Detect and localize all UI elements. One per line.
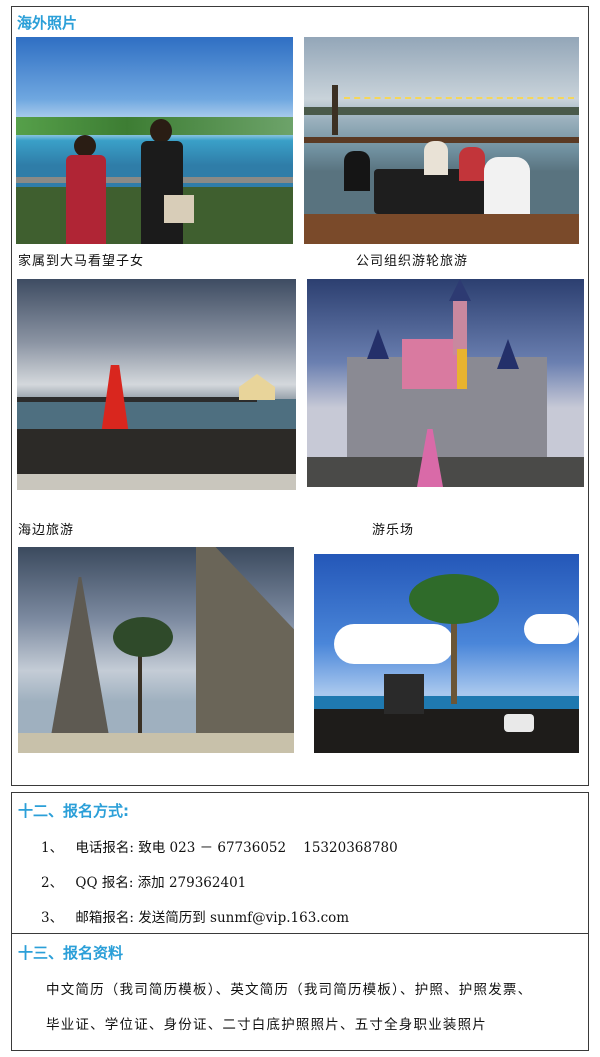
contact-item-email: 3、 邮箱报名: 发送简历到 sunmf@vip.163.com	[41, 906, 349, 926]
split-gate-right	[196, 547, 294, 753]
coffee-cup	[504, 714, 534, 732]
split-gate-left	[48, 577, 112, 753]
handbag	[164, 195, 194, 223]
gold-banner	[457, 349, 467, 389]
pier-pavilion	[239, 374, 275, 400]
section12-title: 十二、报名方式:	[18, 802, 129, 820]
person-head-1	[74, 135, 96, 157]
item-number: 1、	[41, 840, 64, 856]
rocks	[17, 429, 296, 474]
palm-fronds	[113, 617, 173, 657]
caption-park: 游乐场	[372, 523, 415, 538]
pier-deck	[17, 397, 257, 402]
photo-cruise-dinner	[304, 37, 579, 244]
diner-2	[424, 141, 448, 175]
item-number: 3、	[41, 910, 64, 926]
caption-cruise: 公司组织游轮旅游	[356, 254, 469, 269]
qq-text: QQ 报名: 添加 279362401	[75, 875, 247, 891]
photo-beach-palm	[314, 554, 579, 753]
contact-item-phone: 1、 电话报名: 致电 023 － 67736052 15320368780	[41, 836, 398, 856]
photo-malaysia-viewpoint	[16, 37, 293, 244]
distant-shore	[304, 107, 579, 115]
caption-seaside: 海边旅游	[18, 523, 75, 538]
lamp-post	[332, 85, 338, 135]
castle-spire	[453, 295, 467, 355]
section13-title: 十三、报名资料	[18, 944, 124, 962]
item-number: 2、	[41, 875, 64, 891]
photo-seaside-pier	[17, 279, 296, 490]
phone-text: 电话报名: 致电 023 － 67736052 15320368780	[75, 840, 398, 856]
breakfast-table	[314, 709, 579, 753]
person-black-top	[141, 141, 183, 244]
person-head-2	[150, 119, 172, 143]
caption-malaysia: 家属到大马看望子女	[18, 254, 145, 269]
email-text: 邮箱报名: 发送简历到 sunmf@vip.163.com	[75, 910, 350, 926]
photo-bali-gate	[18, 547, 294, 753]
spire-roof	[449, 279, 471, 301]
sea	[17, 399, 296, 429]
plaza-crowd	[307, 457, 584, 487]
diner-1	[344, 151, 370, 191]
coffee-pot	[384, 674, 424, 714]
documents-line-1: 中文简历（我司简历模板）、英文简历（我司简历模板）、护照、护照发票、	[46, 982, 533, 998]
contact-item-qq: 2、 QQ 报名: 添加 279362401	[41, 871, 246, 891]
photos-section-title: 海外照片	[17, 14, 78, 32]
palm-leaves-beach	[409, 574, 499, 624]
turret-roof-left	[367, 329, 389, 359]
turret-roof-right	[497, 339, 519, 369]
cloud-2	[524, 614, 579, 644]
ground	[18, 733, 294, 753]
documents-line-2: 毕业证、学位证、身份证、二寸白底护照照片、五寸全身职业装照片	[46, 1017, 487, 1033]
sand	[17, 474, 296, 490]
person-red-top	[66, 155, 106, 244]
diner-3	[459, 147, 485, 181]
cloud-1	[334, 624, 454, 664]
string-lights	[344, 97, 574, 105]
photo-theme-park-castle	[307, 279, 584, 487]
deck-floor	[304, 214, 579, 244]
